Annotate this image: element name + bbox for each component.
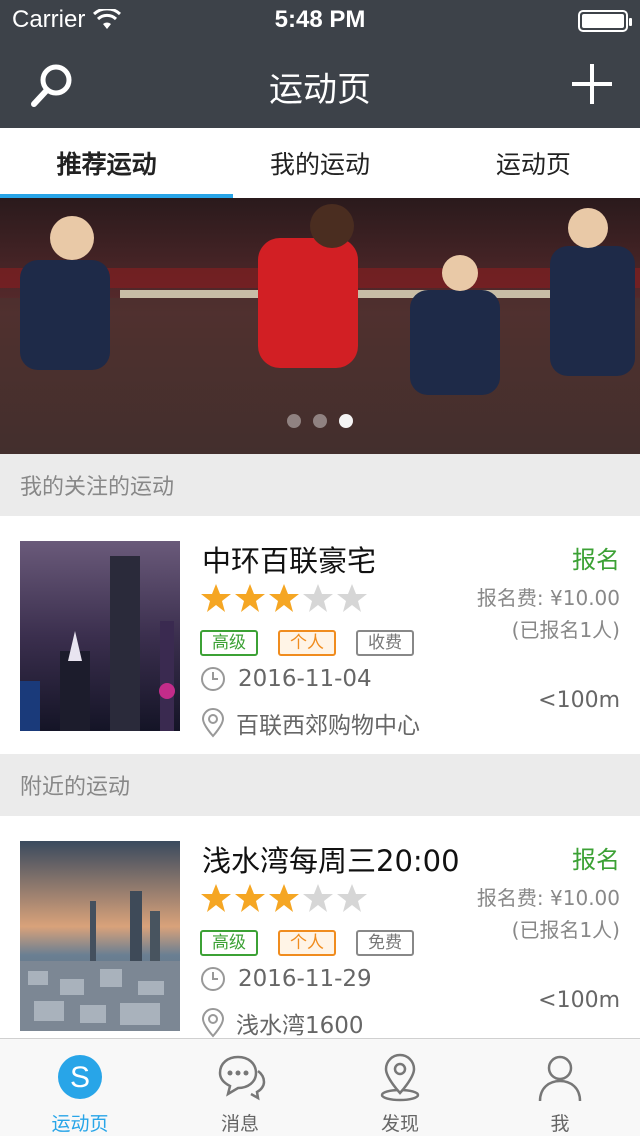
activity-date: 2016-11-04 [238,666,372,692]
tag-level: 高级 [200,630,258,656]
tag-type: 个人 [278,930,336,956]
status-time: 5:48 PM [274,6,366,33]
tag-type: 个人 [278,630,336,656]
star-filled-icon [201,884,231,912]
signup-button[interactable]: 报名 [572,540,620,575]
location-pin-icon [380,1053,420,1102]
tabbar-item-me[interactable]: 我 [480,1039,640,1136]
star-filled-icon [235,884,265,912]
carousel-dot[interactable] [287,414,301,428]
carousel-dot[interactable] [313,414,327,428]
star-empty-icon [303,584,333,612]
star-filled-icon [269,584,299,612]
nav-bar: 运动页 [0,40,640,128]
activity-title: 浅水湾每周三20:00 [202,844,460,878]
rating-stars [200,882,368,914]
page-title: 运动页 [269,70,371,110]
carousel-dots [0,414,640,428]
activity-card[interactable]: 浅水湾每周三20:00 报名 高级 个人 免费 2016-11-29 浅水湾16… [0,816,640,1054]
carousel-dot-active[interactable] [339,414,353,428]
battery-icon [578,10,632,32]
signup-fee: 报名费: ¥10.00 [476,886,620,910]
signup-fee: 报名费: ¥10.00 [476,586,620,610]
section-header-followed: 我的关注的运动 [0,454,640,516]
activity-date: 2016-11-29 [238,966,372,992]
tabbar-label: 我 [550,1113,570,1135]
tabbar-item-messages[interactable]: 消息 [160,1039,320,1136]
sport-s-icon: S [58,1055,102,1099]
activity-thumbnail [20,841,180,1031]
tabbar-item-discover[interactable]: 发现 [320,1039,480,1136]
status-bar: Carrier 5:48 PM [0,0,640,40]
activity-thumbnail [20,541,180,731]
tab-my-sports[interactable]: 我的运动 [213,128,426,198]
tabbar-label: 运动页 [51,1113,109,1135]
bottom-tab-bar: S 运动页 消息 发现 我 [0,1038,640,1136]
location-pin-icon [201,1008,225,1038]
distance: <100m [538,988,620,1013]
star-empty-icon [337,884,367,912]
activity-title: 中环百联豪宅 [202,544,377,578]
tab-sports-page[interactable]: 运动页 [427,128,640,198]
tag-fee: 收费 [356,630,414,656]
star-filled-icon [201,584,231,612]
star-empty-icon [337,584,367,612]
star-filled-icon [235,584,265,612]
rating-stars [200,582,368,614]
tag-level: 高级 [200,930,258,956]
tabbar-label: 消息 [220,1113,259,1135]
signed-count: (已报名1人) [511,918,620,942]
distance: <100m [538,688,620,713]
clock-icon [201,667,225,691]
tag-fee: 免费 [356,930,414,956]
tag-list: 高级 个人 收费 [200,630,414,656]
activity-location: 浅水湾1600 [236,1013,364,1039]
chat-icon [218,1055,266,1101]
date-row: 2016-11-04 [200,666,372,692]
add-icon[interactable] [568,60,616,108]
location-row: 浅水湾1600 [200,1006,364,1040]
person-icon [538,1055,582,1102]
star-filled-icon [269,884,299,912]
star-empty-icon [303,884,333,912]
tabbar-label: 发现 [380,1113,419,1135]
location-pin-icon [201,708,225,738]
tab-recommended[interactable]: 推荐运动 [0,128,213,198]
tabbar-item-sports[interactable]: S 运动页 [0,1039,160,1136]
activity-card[interactable]: 中环百联豪宅 报名 高级 个人 收费 2016-11-04 百联西郊购物中心 报… [0,516,640,754]
section-header-nearby: 附近的运动 [0,754,640,816]
activity-location: 百联西郊购物中心 [236,713,420,739]
signup-button[interactable]: 报名 [572,840,620,875]
tag-list: 高级 个人 免费 [200,930,414,956]
location-row: 百联西郊购物中心 [200,706,420,740]
segment-tabs: 推荐运动 我的运动 运动页 [0,128,640,198]
date-row: 2016-11-29 [200,966,372,992]
clock-icon [201,967,225,991]
signed-count: (已报名1人) [511,618,620,642]
svg-text:S: S [70,1061,90,1094]
